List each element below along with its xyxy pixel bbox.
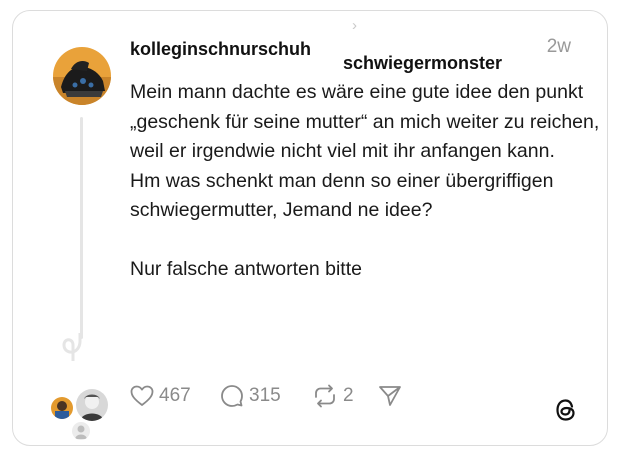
- send-arrow-icon: [379, 386, 401, 406]
- like-count: 467: [159, 385, 191, 406]
- replier-avatar: [76, 389, 108, 421]
- share-button[interactable]: [378, 383, 402, 409]
- author-username[interactable]: kolleginschnurschuh: [130, 39, 311, 60]
- author-avatar[interactable]: [53, 47, 111, 105]
- post-timestamp: 2w: [546, 36, 571, 57]
- reply-to-username[interactable]: schwiegermonster: [343, 53, 502, 74]
- threads-logo-icon[interactable]: [553, 397, 579, 423]
- repost-arrows-icon: [315, 384, 335, 408]
- replier-avatar: [51, 397, 73, 419]
- speech-bubble-icon: [221, 385, 243, 407]
- post-card[interactable]: kolleginschnurschuh › schwiegermonster 2…: [12, 10, 608, 446]
- thread-line: [80, 117, 83, 339]
- reply-avatars[interactable]: [51, 389, 111, 443]
- like-button[interactable]: 467: [130, 383, 191, 409]
- repost-button[interactable]: 2: [312, 383, 354, 409]
- post-body: Mein mann dachte es wäre eine gute idee …: [130, 81, 600, 280]
- thread-loop-icon: [62, 333, 82, 361]
- chevron-right-icon: ›: [352, 17, 357, 34]
- heart-icon: [130, 385, 154, 406]
- reply-button[interactable]: 315: [220, 383, 281, 409]
- repost-count: 2: [343, 385, 354, 406]
- replier-avatar: [72, 422, 90, 440]
- reply-count: 315: [249, 385, 281, 406]
